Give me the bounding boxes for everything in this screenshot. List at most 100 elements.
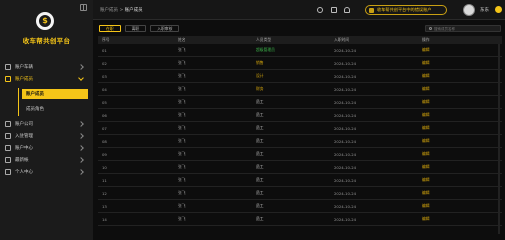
column-header-name: 姓名 [178,37,186,42]
column-header-date: 入职时间 [334,37,350,42]
member-type: 员工 [256,203,264,208]
bell-icon[interactable] [344,7,350,13]
table-row: 01 张飞 超级管理员 2024-10-24 编辑 [98,44,502,57]
edit-link[interactable]: 编辑 [420,190,502,196]
member-name: 张飞 [178,73,186,78]
edit-link[interactable]: 编辑 [420,99,502,105]
edit-link[interactable]: 编辑 [420,60,502,66]
member-name: 张飞 [178,86,186,91]
logout-icon[interactable] [495,6,502,13]
edit-link[interactable]: 编辑 [420,151,502,157]
row-number: 12 [102,190,107,196]
join-date: 2024-10-24 [334,99,357,105]
edit-link[interactable]: 编辑 [420,112,502,118]
member-name: 张飞 [178,47,186,52]
subitem-members[interactable]: 账户成员 [22,89,88,99]
edit-link[interactable]: 编辑 [420,164,502,170]
submenu-indicator [18,88,19,116]
table-row: 06 张飞 员工 2024-10-24 编辑 [98,109,502,122]
sidebar-item-onboarding[interactable]: 入驻管理 [0,131,93,141]
member-type: 员工 [256,177,264,182]
row-number: 02 [102,60,107,66]
member-type: 员工 [256,125,264,130]
chevron-down-icon [78,75,84,81]
member-name: 张飞 [178,125,186,130]
member-type: 员工 [256,216,264,221]
edit-link[interactable]: 编辑 [420,216,502,222]
car-icon [5,64,11,70]
building-icon [5,121,11,127]
sidebar-item-label: 账户车辆 [15,65,33,70]
edit-link[interactable]: 编辑 [420,47,502,53]
sidebar-collapse-icon[interactable] [80,4,87,11]
target-icon[interactable] [317,7,323,13]
tab-onboarding-review[interactable]: 入职审核 [150,25,180,32]
organization-name: 收车帮共创平台中的错误账户 [377,7,432,12]
member-type: 员工 [256,138,264,143]
sidebar-item-profile[interactable]: 个人中心 [0,167,93,177]
member-type: 员工 [256,151,264,156]
table-row: 02 张飞 销售 2024-10-24 编辑 [98,57,502,70]
member-name: 张飞 [178,138,186,143]
edit-link[interactable]: 编辑 [420,86,502,92]
row-number: 07 [102,125,107,131]
join-date: 2024-10-24 [334,203,357,209]
member-name: 张飞 [178,216,186,221]
sidebar-item-label: 入驻管理 [15,134,33,139]
search-icon [429,27,432,30]
breadcrumb-parent[interactable]: 账户成员 [100,8,118,13]
row-number: 13 [102,203,107,209]
sidebar-item-ledger[interactable]: 最新帐 [0,155,93,165]
join-date: 2024-10-24 [334,151,357,157]
app-window: $ 收车帮共创平台 账户车辆 账户成员 账户成员 成员角色 账户公司 入驻管理 … [0,0,505,240]
sidebar-item-company[interactable]: 账户公司 [0,119,93,129]
username[interactable]: 东东 [480,7,489,13]
edit-link[interactable]: 编辑 [420,73,502,79]
table-row: 10 张飞 员工 2024-10-24 编辑 [98,161,502,174]
sidebar-item-label: 最新帐 [15,158,29,163]
member-name: 张飞 [178,177,186,182]
table-row: 14 张飞 员工 2024-10-24 编辑 [98,213,502,226]
sidebar-item-vehicles[interactable]: 账户车辆 [0,62,93,72]
organization-switcher[interactable]: 收车帮共创平台中的错误账户 [365,5,447,15]
edit-link[interactable]: 编辑 [420,177,502,183]
avatar[interactable] [463,4,475,16]
member-name: 张飞 [178,190,186,195]
edit-link[interactable]: 编辑 [420,125,502,131]
tab-active[interactable]: 在职 [99,25,121,32]
join-date: 2024-10-24 [334,190,357,196]
edit-link[interactable]: 编辑 [420,138,502,144]
member-name: 张飞 [178,203,186,208]
member-name: 张飞 [178,60,186,65]
member-type: 销售 [256,60,264,65]
row-number: 06 [102,112,107,118]
sidebar-item-account-center[interactable]: 账户中心 [0,143,93,153]
row-number: 05 [102,99,107,105]
table-row: 07 张飞 员工 2024-10-24 编辑 [98,122,502,135]
user-icon [5,169,11,175]
tab-resigned[interactable]: 离职 [124,25,147,32]
column-header-no: 序号 [102,37,110,42]
search-input[interactable] [434,26,500,31]
table-row: 12 张飞 员工 2024-10-24 编辑 [98,187,502,200]
table-scrollbar[interactable] [498,44,500,234]
sidebar-item-members[interactable]: 账户成员 [0,74,93,84]
member-name: 张飞 [178,112,186,117]
join-date: 2024-10-24 [334,177,357,183]
join-date: 2024-10-24 [334,60,357,66]
edit-link[interactable]: 编辑 [420,203,502,209]
table-header: 序号 姓名 人员类型 入职时间 操作 [98,36,502,44]
sidebar-item-label: 账户中心 [15,146,33,151]
members-table: 序号 姓名 人员类型 入职时间 操作 01 张飞 超级管理员 2024-10-24 编辑… [98,36,502,226]
brand-name: 收车帮共创平台 [22,37,71,45]
sidebar-item-label: 账户公司 [15,122,33,127]
table-row: 03 张飞 设计 2024-10-24 编辑 [98,70,502,83]
calendar-icon[interactable] [331,7,337,13]
table-row: 13 张飞 员工 2024-10-24 编辑 [98,200,502,213]
join-date: 2024-10-24 [334,216,357,222]
column-header-action: 操作 [422,37,430,42]
account-icon [5,145,11,151]
member-type: 超级管理员 [256,47,275,52]
subitem-member-roles[interactable]: 成员角色 [22,104,88,114]
member-type: 设计 [256,73,264,78]
